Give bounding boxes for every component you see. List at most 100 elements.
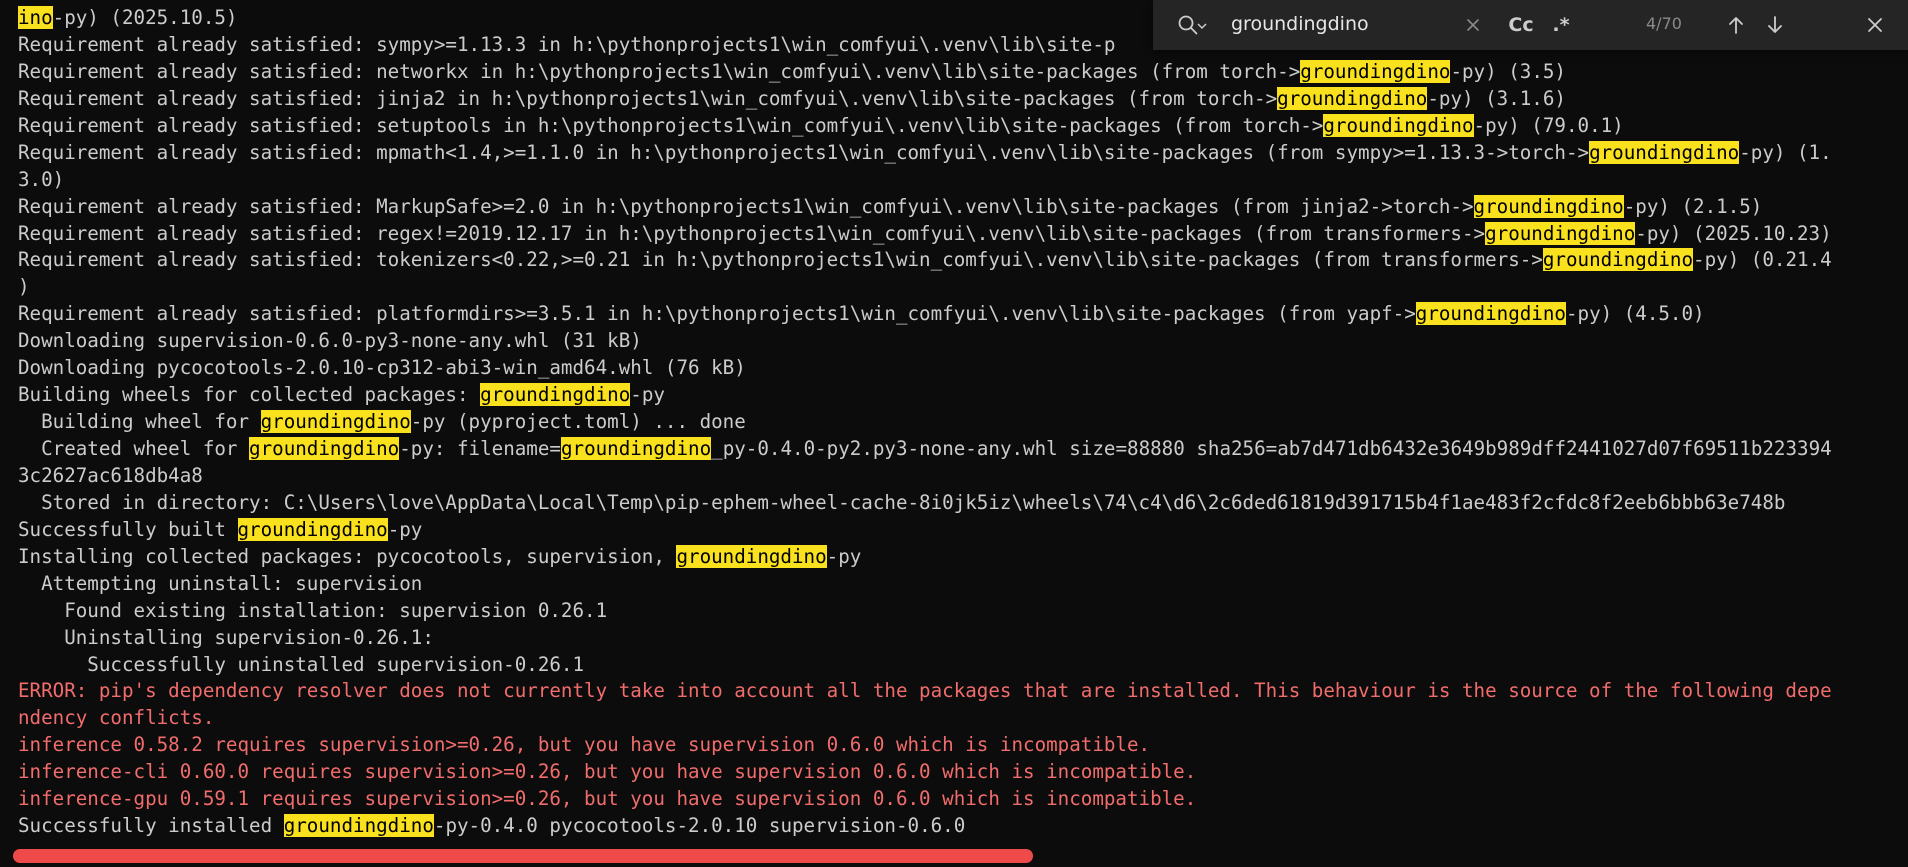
output-line: Successfully installed groundingdino-py-…	[18, 813, 1908, 840]
terminal-output[interactable]: ino-py) (2025.10.5) Requirement already s…	[18, 5, 1908, 840]
output-text: Created wheel for	[18, 437, 250, 460]
chevron-down-icon[interactable]	[1197, 22, 1207, 30]
output-text: )	[18, 275, 30, 299]
output-text: -py) (0.21.4	[1693, 248, 1832, 272]
output-text: inference-cli 0.60.0 requires supervisio…	[18, 760, 1197, 784]
output-text: inference-gpu 0.59.1 requires supervisio…	[18, 787, 1197, 811]
output-text: Requirement already satisfied: networkx …	[18, 59, 1301, 83]
output-line: Building wheels for collected packages: …	[18, 382, 1908, 409]
output-line: )	[18, 274, 1908, 301]
search-match-highlight: groundingdino	[283, 814, 434, 838]
next-match-button[interactable]	[1760, 10, 1790, 40]
output-line: Requirement already satisfied: mpmath<1.…	[18, 140, 1908, 167]
output-text: 3c2627ac618db4a8	[18, 463, 203, 487]
output-line: Stored in directory: C:\Users\love\AppDa…	[18, 490, 1908, 517]
search-match-highlight: groundingdino	[260, 410, 411, 434]
output-line: Attempting uninstall: supervision	[18, 571, 1908, 598]
output-text: -py) (2.1.5)	[1623, 194, 1763, 218]
output-text: Found existing installation: supervision…	[18, 598, 608, 622]
output-text: Building wheel for	[18, 410, 261, 434]
output-line: Requirement already satisfied: regex!=20…	[18, 221, 1908, 248]
output-text: Attempting uninstall: supervision	[18, 571, 423, 595]
search-match-highlight: groundingdino	[1277, 86, 1428, 110]
search-match-highlight: groundingdino	[1300, 59, 1451, 83]
match-count: 4/70	[1646, 14, 1682, 33]
output-text: -py	[387, 517, 423, 541]
close-icon	[1467, 19, 1479, 31]
close-icon	[1868, 18, 1882, 32]
output-text: Requirement already satisfied: platformd…	[18, 302, 1416, 326]
output-line: Uninstalling supervision-0.26.1:	[18, 625, 1908, 652]
search-match-highlight: groundingdino	[676, 544, 827, 568]
output-text: Installing collected packages: pycocotoo…	[18, 544, 677, 568]
output-text: 3.0)	[18, 167, 65, 191]
output-text: -py) (79.0.1)	[1473, 113, 1624, 137]
search-match-highlight: groundingdino	[1589, 140, 1740, 164]
output-text: Stored in directory: C:\Users\love\AppDa…	[18, 490, 1786, 514]
output-text: -py: filename=	[399, 437, 561, 460]
search-match-highlight: groundingdino	[1542, 248, 1694, 272]
close-find-button[interactable]	[1858, 10, 1892, 40]
output-text: -py) (2025.10.23)	[1635, 221, 1832, 245]
output-text: -py (pyproject.toml) ... done	[410, 410, 746, 434]
output-text: ndency conflicts.	[18, 706, 215, 730]
search-match-highlight: groundingdino	[560, 437, 712, 460]
output-line: Downloading supervision-0.6.0-py3-none-a…	[18, 328, 1908, 355]
output-text: Downloading supervision-0.6.0-py3-none-a…	[18, 329, 642, 353]
search-match-highlight: groundingdino	[480, 383, 631, 407]
output-line: Requirement already satisfied: platformd…	[18, 301, 1908, 328]
output-text: -py) (2025.10.5)	[52, 6, 238, 29]
output-text: Requirement already satisfied: mpmath<1.…	[18, 140, 1590, 164]
output-text: Building wheels for collected packages:	[18, 383, 481, 407]
output-text: inference 0.58.2 requires supervision>=0…	[18, 733, 1151, 757]
search-match-highlight: groundingdino	[1415, 302, 1566, 326]
scrollbar[interactable]	[13, 849, 1033, 863]
output-text: Requirement already satisfied: jinja2 in…	[18, 86, 1278, 110]
output-line: Requirement already satisfied: networkx …	[18, 59, 1908, 86]
previous-match-button[interactable]	[1721, 10, 1751, 40]
output-line: Requirement already satisfied: jinja2 in…	[18, 86, 1908, 113]
output-text: Requirement already satisfied: sympy>=1.…	[18, 32, 1116, 56]
arrow-up-icon	[1729, 17, 1743, 34]
output-text: Requirement already satisfied: tokenizer…	[18, 248, 1543, 272]
output-text: Successfully uninstalled supervision-0.2…	[18, 652, 585, 676]
output-text: -py	[826, 544, 862, 568]
output-line: 3.0)	[18, 167, 1908, 194]
match-case-button[interactable]: Cc	[1503, 10, 1539, 40]
output-text: Successfully built	[18, 517, 238, 541]
search-match-highlight: groundingdino	[1473, 194, 1624, 218]
output-line: Successfully built groundingdino-py	[18, 517, 1908, 544]
output-text: -py) (3.1.6)	[1427, 86, 1566, 110]
output-text: -py) (4.5.0)	[1565, 302, 1705, 326]
error-line: ndency conflicts.	[18, 705, 1908, 732]
output-text: Requirement already satisfied: regex!=20…	[18, 221, 1486, 245]
regex-button[interactable]: .*	[1543, 10, 1579, 40]
error-line: inference-cli 0.60.0 requires supervisio…	[18, 759, 1908, 786]
output-text: Successfully installed	[18, 814, 284, 838]
output-text: Requirement already satisfied: MarkupSaf…	[18, 194, 1474, 218]
output-line: Requirement already satisfied: MarkupSaf…	[18, 194, 1908, 221]
output-text: -py) (1.	[1739, 140, 1832, 164]
search-icon[interactable]	[1177, 14, 1199, 36]
output-line: Found existing installation: supervision…	[18, 598, 1908, 625]
output-text: -py-0.4.0 pycocotools-2.0.10 supervision…	[433, 814, 966, 838]
output-line: Installing collected packages: pycocotoo…	[18, 544, 1908, 571]
error-line: ERROR: pip's dependency resolver does no…	[18, 678, 1908, 705]
output-line: Successfully uninstalled supervision-0.2…	[18, 652, 1908, 679]
search-match-highlight: groundingdino	[249, 437, 400, 460]
error-line: inference-gpu 0.59.1 requires supervisio…	[18, 786, 1908, 813]
output-line: Requirement already satisfied: tokenizer…	[18, 247, 1908, 274]
search-match-highlight: groundingdino	[237, 517, 388, 541]
output-line: 3c2627ac618db4a8	[18, 463, 1908, 490]
output-text: Uninstalling supervision-0.26.1:	[18, 625, 434, 649]
output-text: ERROR: pip's dependency resolver does no…	[18, 679, 1832, 703]
output-text: Requirement already satisfied: setuptool…	[18, 113, 1324, 137]
output-text: _py-0.4.0-py2.py3-none-any.whl size=8888…	[711, 437, 1832, 460]
search-match-highlight: groundingdino	[1323, 113, 1474, 137]
find-widget: Cc .* 4/70	[1153, 0, 1908, 50]
search-match-highlight: ino	[18, 6, 53, 29]
error-line: inference 0.58.2 requires supervision>=0…	[18, 732, 1908, 759]
clear-search-button[interactable]	[1458, 10, 1488, 40]
output-line: Downloading pycocotools-2.0.10-cp312-abi…	[18, 355, 1908, 382]
output-line: Requirement already satisfied: setuptool…	[18, 113, 1908, 140]
